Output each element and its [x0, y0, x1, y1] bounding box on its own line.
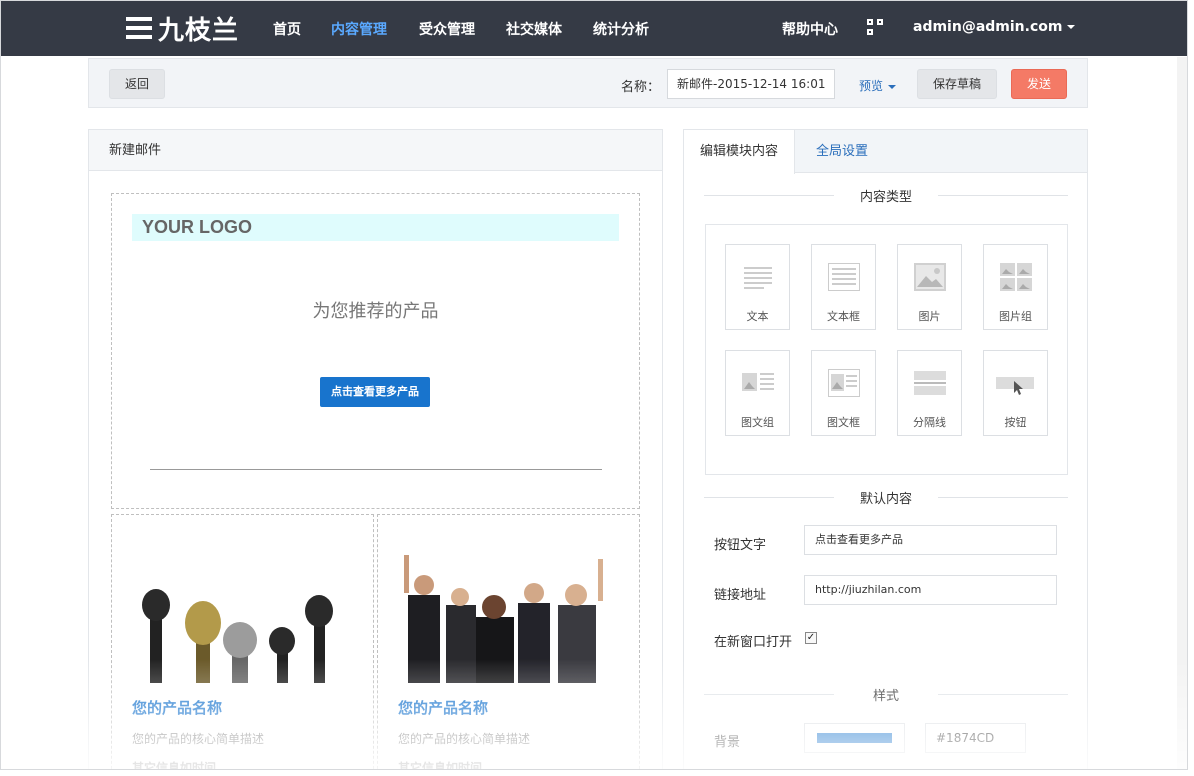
product-extra-info[interactable]: 其它信息如时间 [398, 759, 482, 769]
content-type-label: 图文框 [827, 416, 860, 429]
email-product-block[interactable]: 您的产品名称 您的产品的核心简单描述 其它信息如时间 [377, 514, 640, 769]
email-cta-button[interactable]: 点击查看更多产品 [320, 377, 430, 407]
text-lines-icon [744, 267, 772, 289]
tab-edit-module[interactable]: 编辑模块内容 [684, 130, 796, 174]
tab-global-settings[interactable]: 全局设置 [800, 130, 884, 174]
content-type-button[interactable]: 按钮 [983, 350, 1048, 436]
chevron-down-icon [888, 84, 897, 89]
email-logo-placeholder[interactable]: YOUR LOGO [132, 214, 619, 241]
content-type-grid: 文本 文本框 图片 图片组 图文组 图文框 分隔线 按钮 [705, 224, 1068, 475]
content-type-label: 文本框 [827, 310, 860, 323]
name-input[interactable]: 新邮件-2015-12-14 16:01 [667, 69, 835, 99]
panel-tabs: 编辑模块内容 全局设置 [684, 130, 1087, 174]
default-content-title: 默认内容 [704, 488, 1068, 507]
new-window-label: 在新窗口打开 [714, 635, 793, 650]
content-type-label: 按钮 [1004, 416, 1027, 429]
content-type-textbox[interactable]: 文本框 [811, 244, 876, 330]
product-name[interactable]: 您的产品名称 [132, 697, 222, 718]
content-type-image[interactable]: 图片 [897, 244, 962, 330]
divider-icon [914, 371, 946, 395]
image-text-icon [742, 373, 774, 391]
brand-mark-icon [126, 15, 152, 41]
image-group-icon [1000, 263, 1032, 291]
nav-social-media[interactable]: 社交媒体 [506, 19, 562, 39]
product-extra-info[interactable]: 其它信息如时间 [132, 759, 216, 769]
top-nav: 九枝兰 首页 内容管理 受众管理 社交媒体 统计分析 帮助中心 admin@ad… [1, 1, 1187, 56]
properties-panel: 编辑模块内容 全局设置 内容类型 文本 文本框 图片 图片组 图文组 图文框 分… [683, 129, 1088, 769]
brand-name: 九枝兰 [158, 15, 240, 46]
brand-logo[interactable]: 九枝兰 [126, 13, 239, 46]
background-color-hex-input[interactable]: #1874CD [925, 723, 1026, 753]
email-heading[interactable]: 为您推荐的产品 [112, 297, 639, 323]
qr-code-icon[interactable] [867, 19, 883, 35]
product-description[interactable]: 您的产品的核心简单描述 [132, 730, 264, 747]
content-type-text[interactable]: 文本 [725, 244, 790, 330]
email-product-block[interactable]: 您的产品名称 您的产品的核心简单描述 其它信息如时间 [111, 514, 374, 769]
content-type-label: 分隔线 [913, 416, 946, 429]
email-block-header[interactable]: YOUR LOGO 为您推荐的产品 点击查看更多产品 [111, 193, 640, 509]
editor-header: 新建邮件 [89, 130, 662, 171]
textbox-icon [828, 263, 860, 291]
product-name[interactable]: 您的产品名称 [398, 697, 488, 718]
nav-statistics[interactable]: 统计分析 [593, 19, 649, 39]
send-button[interactable]: 发送 [1011, 69, 1067, 99]
link-url-input[interactable]: http://jiuzhilan.com [804, 575, 1057, 605]
save-draft-button[interactable]: 保存草稿 [917, 69, 997, 99]
back-button[interactable]: 返回 [109, 69, 165, 99]
content-type-label: 文本 [746, 310, 769, 323]
preview-label: 预览 [859, 79, 884, 93]
content-type-label: 图片 [918, 310, 941, 323]
preview-dropdown[interactable]: 预览 [859, 77, 897, 94]
email-divider [150, 469, 602, 470]
content-type-image-text-group[interactable]: 图文组 [725, 350, 790, 436]
content-type-image-group[interactable]: 图片组 [983, 244, 1048, 330]
new-window-checkbox[interactable]: ✓ [805, 632, 817, 644]
background-color-swatch[interactable] [804, 723, 905, 753]
user-email: admin@admin.com [913, 19, 1063, 35]
content-type-image-text-box[interactable]: 图文框 [811, 350, 876, 436]
content-type-divider[interactable]: 分隔线 [897, 350, 962, 436]
nav-help-center[interactable]: 帮助中心 [782, 19, 838, 39]
product-description[interactable]: 您的产品的核心简单描述 [398, 730, 530, 747]
nav-home[interactable]: 首页 [273, 19, 301, 39]
style-title: 样式 [704, 685, 1068, 704]
image-icon [914, 263, 946, 291]
name-label: 名称： [621, 80, 661, 95]
link-url-label: 链接地址 [714, 588, 767, 603]
button-text-input[interactable]: 点击查看更多产品 [804, 525, 1057, 555]
email-editor: 新建邮件 YOUR LOGO 为您推荐的产品 点击查看更多产品 您的产品名称 您… [88, 129, 663, 769]
background-label: 背景 [714, 735, 741, 750]
content-type-label: 图片组 [999, 310, 1032, 323]
image-text-box-icon [828, 369, 860, 397]
content-type-title: 内容类型 [704, 186, 1068, 205]
chevron-down-icon [1067, 25, 1076, 29]
button-text-label: 按钮文字 [714, 538, 767, 553]
user-menu[interactable]: admin@admin.com [913, 19, 1076, 35]
button-cursor-icon [996, 377, 1034, 395]
editor-toolbar: 返回 名称： 新邮件-2015-12-14 16:01 预览 保存草稿 发送 [88, 58, 1088, 108]
page-scrollbar[interactable] [1177, 57, 1187, 769]
celebrating-people-image [398, 545, 618, 683]
content-type-label: 图文组 [741, 416, 774, 429]
nav-content-management[interactable]: 内容管理 [331, 19, 387, 39]
microphones-image [132, 545, 352, 683]
color-fill [817, 733, 892, 743]
nav-audience-management[interactable]: 受众管理 [419, 19, 475, 39]
app-frame: 九枝兰 首页 内容管理 受众管理 社交媒体 统计分析 帮助中心 admin@ad… [0, 0, 1188, 770]
